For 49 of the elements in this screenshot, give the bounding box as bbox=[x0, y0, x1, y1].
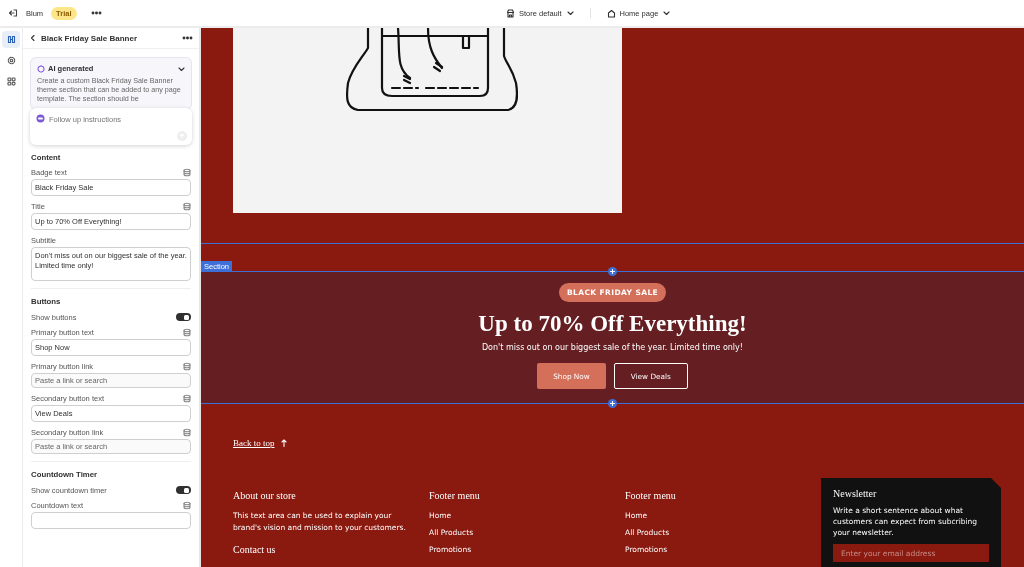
more-icon bbox=[90, 9, 102, 17]
toggle-switch[interactable] bbox=[176, 486, 191, 494]
text-field[interactable] bbox=[31, 512, 191, 529]
database-icon bbox=[183, 327, 191, 337]
banner-title: Up to 70% Off Everything! bbox=[478, 311, 747, 337]
more-button[interactable] bbox=[182, 34, 193, 42]
settings-icon bbox=[6, 56, 16, 65]
footer-heading: Footer menu bbox=[429, 490, 481, 501]
back-to-top-link[interactable]: Back to top bbox=[233, 438, 275, 448]
chevron-down-icon bbox=[565, 9, 574, 17]
footer-heading: Contact us bbox=[233, 544, 277, 555]
sidebar-tab[interactable] bbox=[2, 31, 20, 48]
sections-icon bbox=[6, 35, 16, 44]
more-button[interactable] bbox=[90, 9, 102, 17]
dynamic-source-button[interactable] bbox=[183, 327, 191, 337]
home-icon bbox=[606, 8, 616, 18]
database-icon bbox=[183, 361, 191, 371]
chevron-left-icon bbox=[30, 34, 36, 42]
back-button[interactable] bbox=[30, 34, 36, 42]
plus-icon bbox=[610, 269, 615, 274]
robot-avatar-icon bbox=[36, 114, 45, 123]
banner-subtitle: Don't miss out on our biggest sale of the year. Limited time only! bbox=[481, 343, 744, 352]
chevron-down-icon bbox=[662, 9, 671, 17]
arrow-up-icon bbox=[280, 439, 287, 447]
dynamic-source-button[interactable] bbox=[183, 361, 191, 371]
database-icon bbox=[183, 500, 191, 510]
panel-title: Black Friday Sale Banner bbox=[41, 33, 139, 43]
exit-icon bbox=[8, 8, 18, 18]
dynamic-source-button[interactable] bbox=[183, 500, 191, 510]
plus-icon bbox=[610, 401, 615, 406]
database-icon bbox=[183, 427, 191, 437]
more-icon bbox=[182, 34, 193, 42]
database-icon bbox=[183, 201, 191, 211]
footer-heading: About our store bbox=[233, 490, 297, 501]
newsletter-heading: Newsletter bbox=[833, 488, 878, 499]
exit-button[interactable] bbox=[8, 8, 18, 18]
sparkle-icon bbox=[37, 64, 45, 73]
toggle-switch[interactable] bbox=[176, 313, 191, 321]
database-icon bbox=[183, 167, 191, 177]
dynamic-source-button[interactable] bbox=[183, 201, 191, 211]
footer-heading: Footer menu bbox=[625, 490, 677, 501]
apps-icon bbox=[6, 77, 16, 86]
database-icon bbox=[183, 393, 191, 403]
add-section-button[interactable] bbox=[608, 399, 617, 408]
dynamic-source-button[interactable] bbox=[183, 167, 191, 177]
dynamic-source-button[interactable] bbox=[183, 427, 191, 437]
store-icon bbox=[506, 8, 515, 18]
add-section-button[interactable] bbox=[608, 267, 617, 276]
dynamic-source-button[interactable] bbox=[183, 393, 191, 403]
